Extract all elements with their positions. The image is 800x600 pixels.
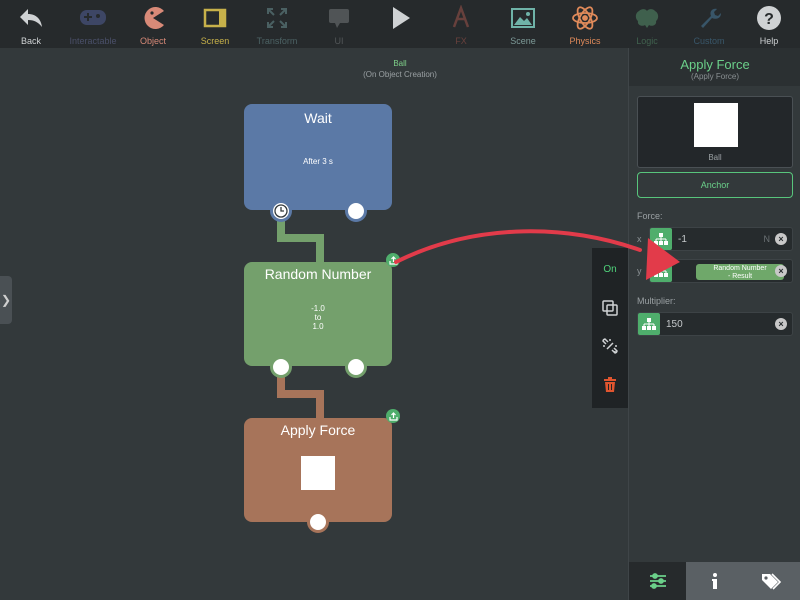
annotation-arrow	[394, 229, 680, 280]
hopscotch-editor: Back Interactable Object Screen Transfor…	[0, 0, 800, 600]
